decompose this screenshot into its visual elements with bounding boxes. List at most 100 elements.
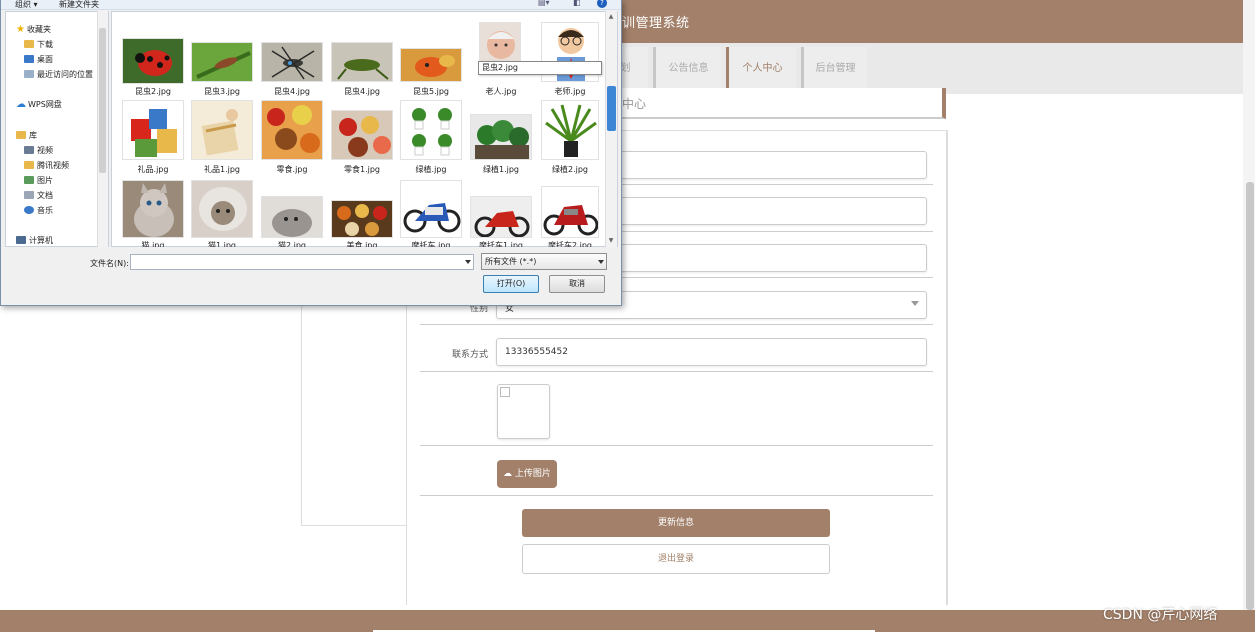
file-name-label: 零食1.jpg [343,165,380,174]
nav-item-personal-center[interactable]: 个人中心 [726,47,796,90]
broken-image-icon [500,387,510,397]
computer-icon [16,236,26,244]
new-folder-button[interactable]: 新建文件夹 [59,0,99,10]
pictures-icon [24,176,34,184]
music-icon [24,206,34,214]
file-thumbnail[interactable] [261,100,323,160]
nav-tree-wps-cloud[interactable]: ☁ WPS网盘 [16,99,62,110]
dialog-toolbar: 组织 ▾ 新建文件夹 ▤▾ ◧ ? [1,0,621,10]
file-name-label: 老人.jpg [485,87,517,96]
update-info-button[interactable]: 更新信息 [522,509,830,537]
page-scrollbar-thumb[interactable] [1246,182,1254,610]
file-thumbnail[interactable] [400,100,462,160]
file-thumbnail[interactable] [541,186,599,238]
nav-tree-label: 库 [29,131,37,140]
cancel-button[interactable]: 取消 [549,275,605,293]
file-thumbnail[interactable] [122,38,184,84]
chevron-down-icon [598,260,604,264]
nav-item-personal-center-label: 个人中心 [742,63,783,74]
file-thumbnail[interactable] [400,180,462,238]
navigation-pane [5,11,109,247]
file-name-label: 礼品.jpg [137,165,169,174]
preview-pane-icon[interactable]: ◧ [573,0,583,7]
file-name-label: 绿植2.jpg [551,165,588,174]
file-thumbnail[interactable] [191,100,253,160]
view-mode-icon[interactable]: ▤▾ [538,0,550,7]
nav-tree-documents[interactable]: 文档 [24,190,53,201]
filetype-select[interactable]: 所有文件 (*.*) [481,253,607,270]
filename-input[interactable] [130,254,474,270]
help-icon[interactable]: ? [597,0,607,8]
file-thumbnail[interactable] [191,42,253,82]
nav-tree-music[interactable]: 音乐 [24,205,53,216]
nav-tree-computer[interactable]: 计算机 [16,235,53,246]
file-name-label: 礼品1.jpg [203,165,240,174]
file-name-label: 猫2.jpg [277,241,306,247]
nav-tree-label: 桌面 [37,55,53,64]
nav-tree-desktop[interactable]: 桌面 [24,54,53,65]
open-button[interactable]: 打开(O) [483,275,539,293]
upload-image-button[interactable]: ☁ 上传图片 [497,460,557,488]
file-thumbnail[interactable] [122,180,184,238]
file-thumbnail[interactable] [331,110,393,160]
nav-tree-downloads[interactable]: 下载 [24,39,53,50]
tencent-video-icon [24,161,34,169]
file-name-label: 猫1.jpg [207,241,236,247]
row-divider [420,371,933,372]
file-thumbnail[interactable] [261,196,323,238]
nav-tree-label: 计算机 [29,236,53,245]
nav-tree-videos[interactable]: 视频 [24,145,53,156]
file-name-label: 昆虫5.jpg [412,87,449,96]
nav-tree-label: WPS网盘 [28,100,62,109]
row-divider [420,324,933,325]
file-name-label: 摩托车2.jpg [547,241,592,247]
file-thumbnail[interactable] [122,100,184,160]
file-thumbnail[interactable] [479,22,521,62]
file-thumbnail[interactable] [331,42,393,82]
file-pane-scrollbar-thumb[interactable] [607,86,616,131]
chevron-down-icon[interactable] [465,260,471,264]
scroll-up-arrow-icon[interactable]: ▲ [607,13,615,21]
logout-button[interactable]: 退出登录 [522,544,830,574]
chevron-down-icon [911,301,919,306]
contact-value: 13336555452 [505,347,568,357]
left-card [301,300,407,526]
nav-tree-recent[interactable]: 最近访问的位置 [24,69,93,80]
watermark: CSDN @芹心网络 [1103,607,1218,623]
breadcrumb: 中心 [622,97,647,111]
file-name-label: 绿植1.jpg [482,165,519,174]
file-name-label: 摩托车1.jpg [478,241,523,247]
contact-label: 联系方式 [451,350,488,360]
file-thumbnail[interactable] [470,196,532,238]
nav-item-admin[interactable]: 后台管理 [801,47,867,90]
file-thumbnail[interactable] [541,100,599,160]
upload-image-label: 上传图片 [514,469,551,479]
file-name-label: 昆虫4.jpg [273,87,310,96]
nav-tree-label: 下载 [37,40,53,49]
file-thumbnail[interactable] [470,114,532,160]
file-name-label: 昆虫4.jpg [343,87,380,96]
nav-tree-library[interactable]: 库 [16,130,37,141]
organize-menu[interactable]: 组织 ▾ [15,0,38,10]
cloud-upload-icon: ☁ [503,469,513,479]
nav-tree-label: 音乐 [37,206,53,215]
desktop-icon [24,55,34,63]
file-thumbnail[interactable] [331,200,393,238]
nav-tree-label: 视频 [37,146,53,155]
nav-item-admin-label: 后台管理 [815,63,856,74]
nav-tree-tencent-video[interactable]: 腾讯视频 [24,160,69,171]
nav-item-announcements-label: 公告信息 [668,63,709,74]
file-thumbnail[interactable] [400,48,462,82]
file-name-label: 老师.jpg [554,87,586,96]
download-folder-icon [24,40,34,48]
file-thumbnail[interactable] [191,180,253,238]
nav-tree-label: 收藏夹 [26,25,51,34]
nav-tree-pictures[interactable]: 图片 [24,175,53,186]
recent-places-icon [24,70,34,78]
file-thumbnail[interactable] [261,42,323,82]
scroll-down-arrow-icon[interactable]: ▼ [607,237,615,245]
nav-item-announcements[interactable]: 公告信息 [653,47,721,90]
nav-tree-favorites[interactable]: ★ 收藏夹 [16,24,51,35]
nav-pane-scrollbar-thumb[interactable] [99,28,106,173]
file-name-label: 美食.jpg [346,241,378,247]
